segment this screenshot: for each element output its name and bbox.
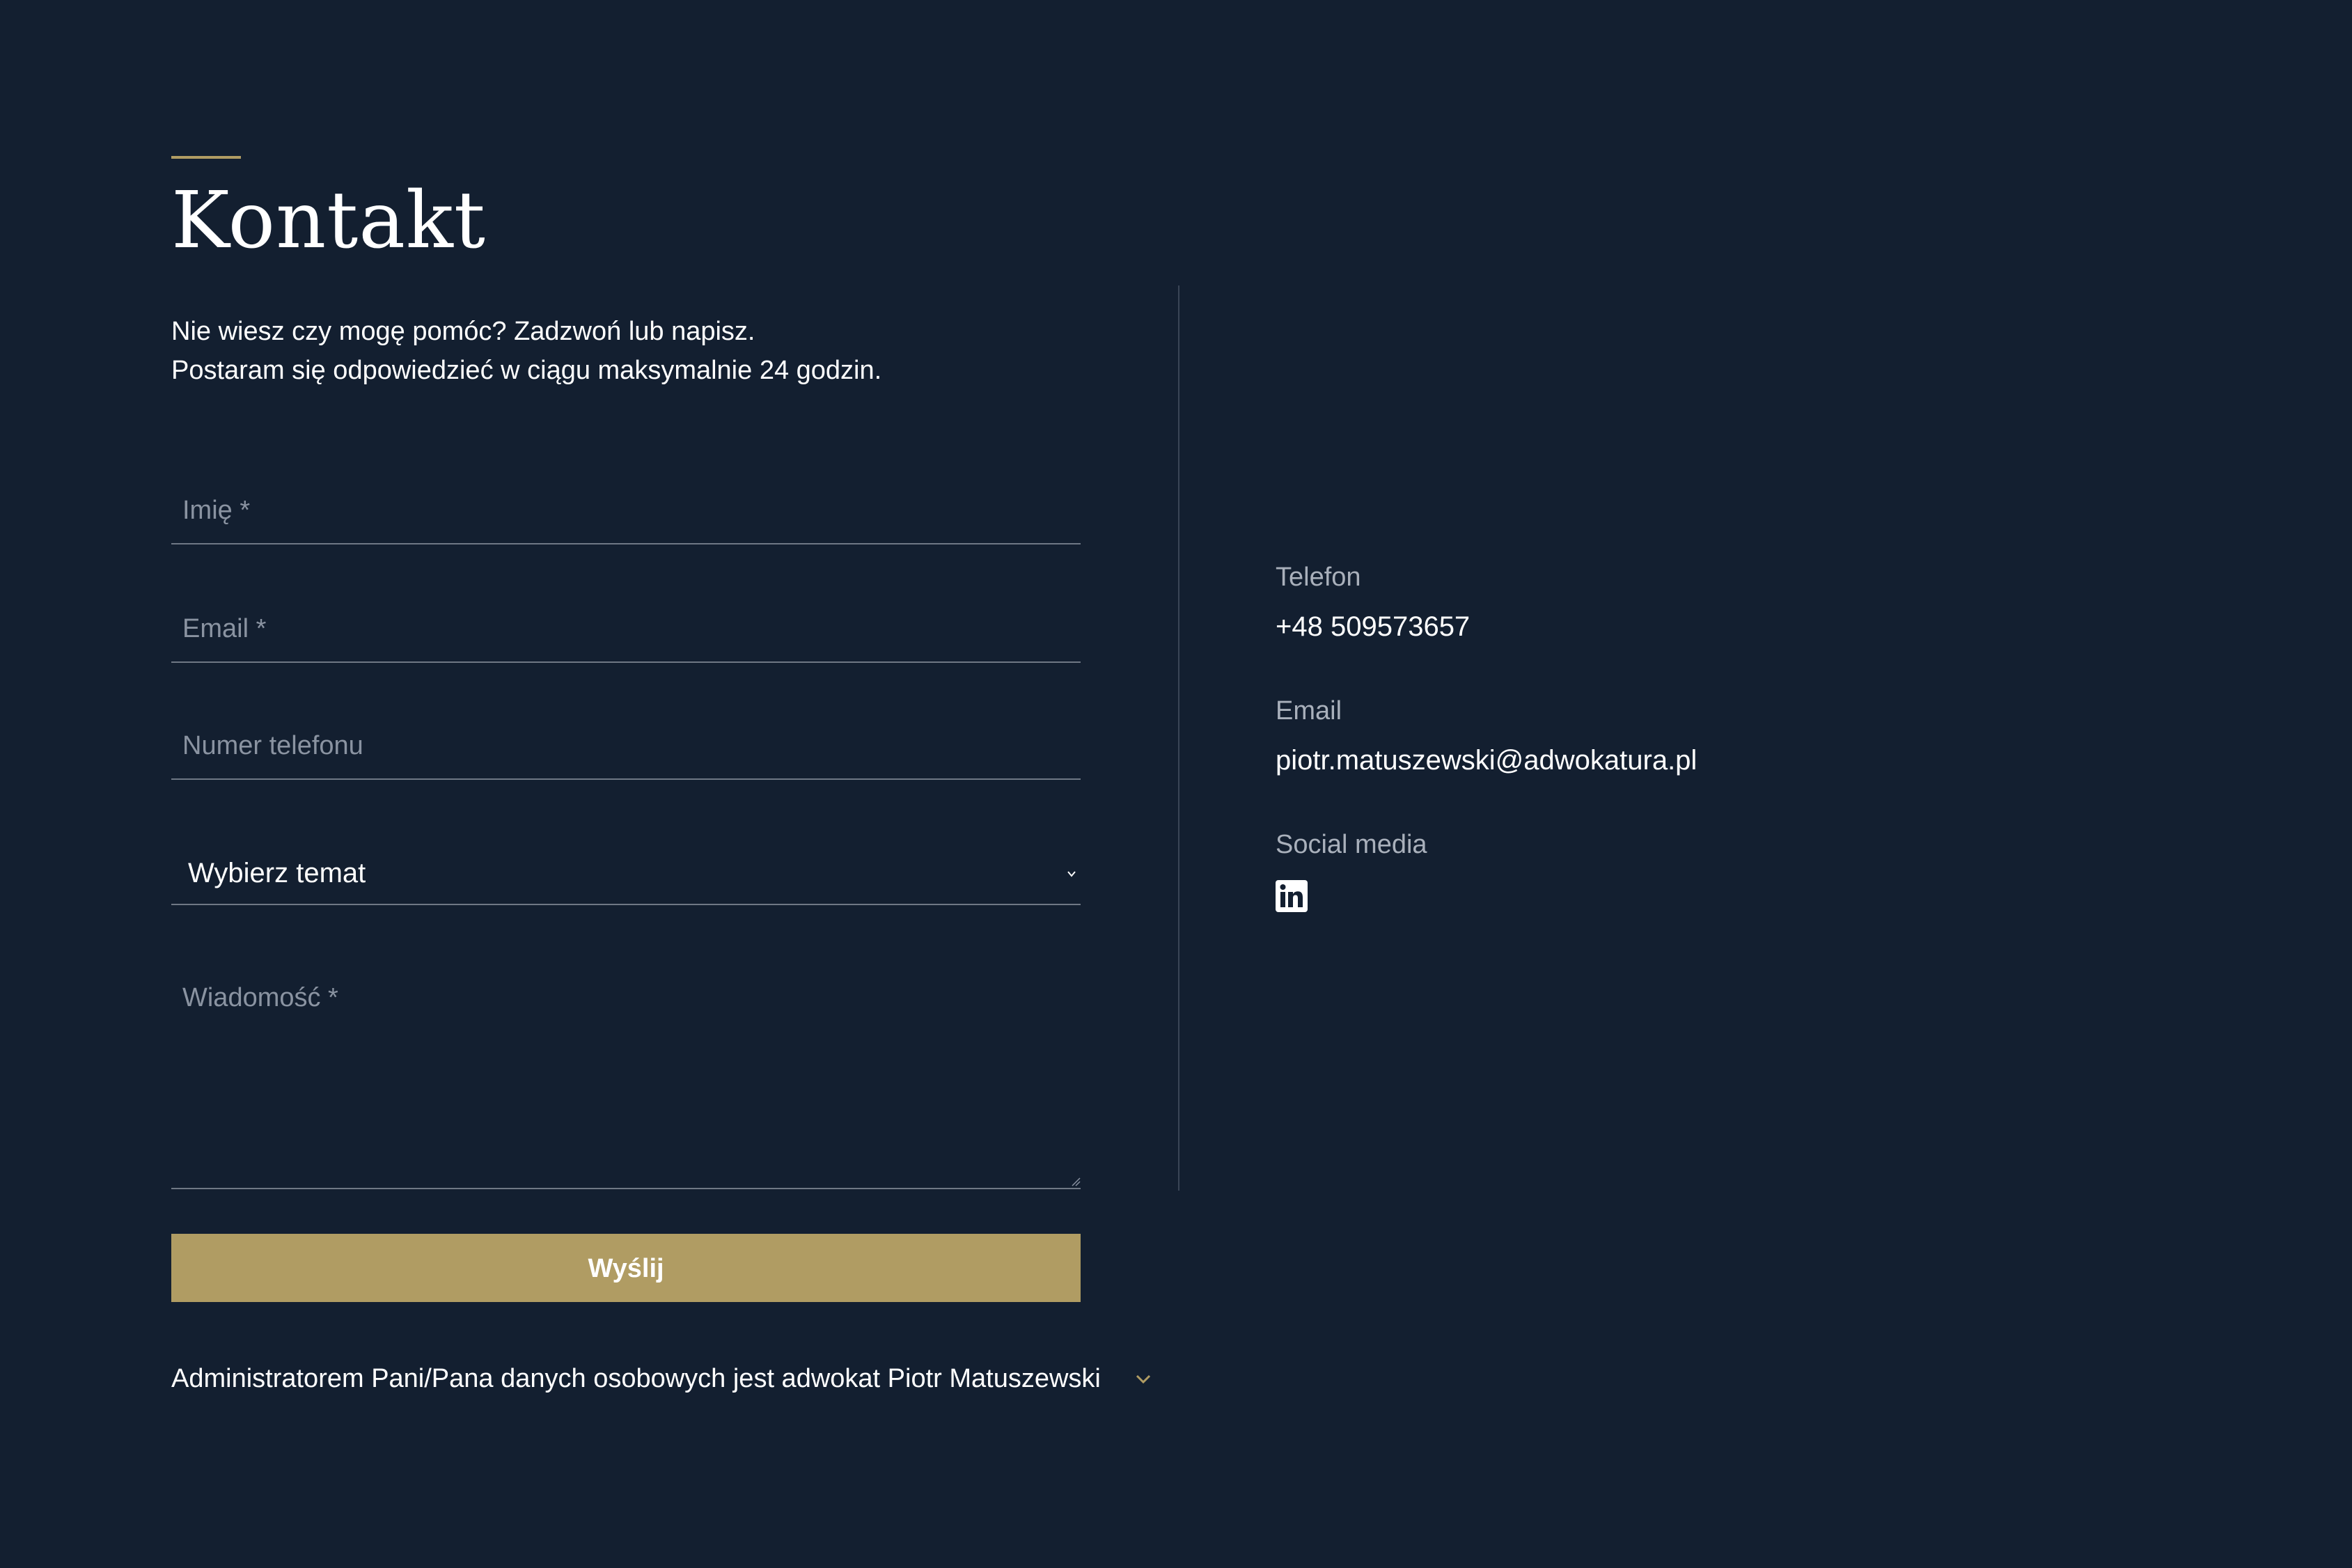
email-placeholder: Email * [182, 614, 267, 643]
page-title: Kontakt [171, 175, 486, 266]
email-field[interactable]: Email * [171, 599, 1081, 663]
phone-field[interactable]: Numer telefonu [171, 716, 1081, 780]
intro-line-1: Nie wiesz czy mogę pomóc? Zadzwoń lub na… [171, 317, 755, 346]
message-textarea[interactable]: Wiadomość * [171, 975, 1081, 1189]
email-label: Email [1276, 696, 1342, 726]
name-field[interactable]: Imię * [171, 480, 1081, 544]
vertical-divider [1178, 285, 1179, 1191]
intro-text: Nie wiesz czy mogę pomóc? Zadzwoń lub na… [171, 312, 1146, 390]
chevron-down-icon [1067, 871, 1076, 877]
intro-line-2: Postaram się odpowiedzieć w ciągu maksym… [171, 356, 882, 385]
chevron-down-icon [1136, 1374, 1150, 1384]
linkedin-icon[interactable] [1276, 880, 1308, 912]
phone-label: Telefon [1276, 563, 1361, 592]
message-placeholder: Wiadomość * [182, 983, 338, 1012]
name-placeholder: Imię * [182, 496, 251, 525]
phone-placeholder: Numer telefonu [182, 731, 363, 760]
social-media-label: Social media [1276, 830, 1427, 859]
title-accent-line [171, 156, 241, 159]
phone-link[interactable]: +48 509573657 [1276, 611, 1470, 643]
topic-select-value: Wybierz temat [188, 858, 366, 888]
resize-handle-icon[interactable] [1071, 1177, 1081, 1186]
consent-toggle[interactable]: Administratorem Pani/Pana danych osobowy… [171, 1358, 1154, 1400]
submit-button[interactable]: Wyślij [171, 1234, 1081, 1302]
consent-text: Administratorem Pani/Pana danych osobowy… [171, 1363, 1101, 1393]
email-link[interactable]: piotr.matuszewski@adwokatura.pl [1276, 745, 1697, 776]
topic-select[interactable]: Wybierz temat [171, 842, 1081, 905]
